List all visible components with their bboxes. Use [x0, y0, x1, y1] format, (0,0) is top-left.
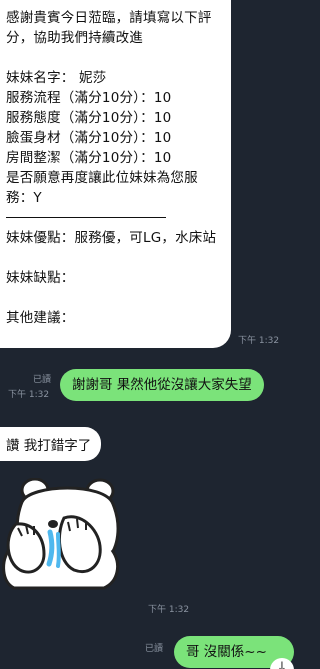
form-line: 房間整潔（滿分10分）：10 — [6, 150, 172, 166]
form-line — [6, 48, 225, 68]
form-lines-after-rule: 妹妹優點：服務優，可LG，水床站 妹妹缺點： 其他建議： — [6, 228, 225, 328]
outgoing-message[interactable]: 謝謝哥 果然他從沒讓大家失望 — [60, 369, 264, 401]
incoming-message-form[interactable]: 感謝貴賓今日蒞臨，請填寫以下評分，協助我們持續改進 妹妹名字： 妮莎 服務流程（… — [0, 0, 231, 348]
form-line: 臉蛋身材（滿分10分）：10 — [6, 130, 172, 146]
form-line: 妹妹名字： 妮莎 — [6, 70, 107, 86]
form-line — [6, 248, 225, 268]
form-line: 感謝貴賓今日蒞臨，請填寫以下評分，協助我們持續改進 — [6, 10, 212, 46]
form-line — [6, 288, 225, 308]
read-receipt: 已讀 — [33, 375, 52, 385]
form-line: 服務流程（滿分10分）：10 — [6, 90, 172, 106]
form-line: 妹妹缺點： — [6, 270, 75, 286]
incoming-message[interactable]: 讚 我打錯字了 — [0, 427, 102, 461]
form-line: 其他建議： — [6, 310, 75, 326]
read-receipt: 已讀 — [145, 644, 164, 654]
message-timestamp: 下午 1:32 — [238, 336, 280, 346]
message-timestamp: 下午 1:32 — [8, 390, 50, 400]
divider — [6, 217, 166, 218]
arrow-down-icon: ↓ — [276, 660, 288, 669]
form-lines: 感謝貴賓今日蒞臨，請填寫以下評分，協助我們持續改進 妹妹名字： 妮莎 服務流程（… — [6, 8, 225, 208]
form-line: 服務態度（滿分10分）：10 — [6, 110, 172, 126]
message-timestamp: 下午 1:32 — [148, 605, 190, 615]
polar-bear-covering-face-sticker — [2, 477, 120, 590]
polar-bear-sticker[interactable] — [0, 477, 125, 590]
form-line: 妹妹優點：服務優，可LG，水床站 — [6, 230, 217, 246]
form-line: 是否願意再度讓此位妹妹為您服務：Y — [6, 170, 198, 206]
